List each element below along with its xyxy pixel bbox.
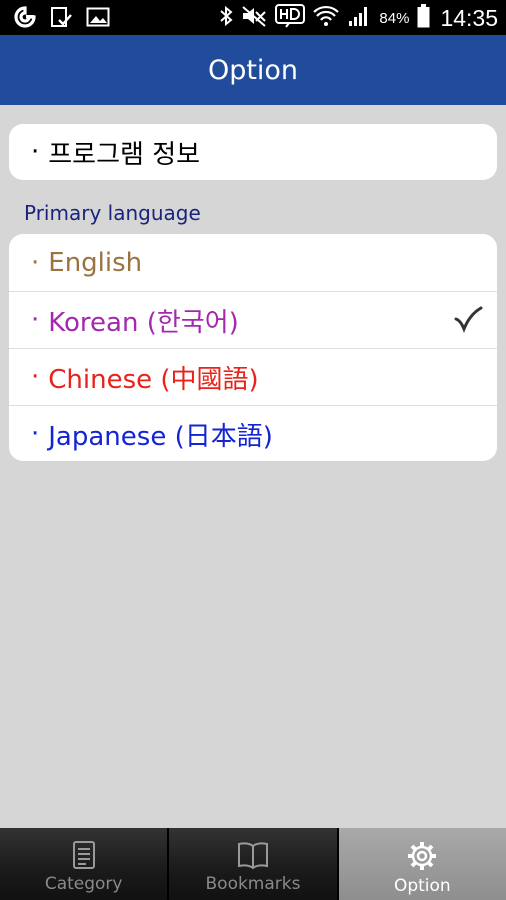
page-title: Option: [207, 54, 299, 86]
bullet: ·: [31, 419, 40, 449]
status-bar: 84% 14:35: [0, 0, 506, 35]
language-label: Chinese (中國語): [48, 364, 259, 395]
language-label: Korean (한국어): [48, 307, 239, 338]
language-item-japanese[interactable]: · Japanese (日本語): [9, 405, 497, 461]
image-icon: [86, 7, 110, 31]
language-list: · English · Korean (한국어) · Chinese (中國語)…: [9, 234, 497, 461]
bottom-tab-bar: Category Bookmarks Option: [0, 828, 506, 900]
hd-voice-icon: [275, 4, 306, 32]
battery-icon: [417, 4, 430, 32]
title-bar: Option: [0, 35, 506, 105]
mute-icon: [241, 5, 267, 31]
program-info-card: · 프로그램 정보: [9, 124, 497, 180]
gear-icon: [406, 840, 438, 872]
document-icon: [71, 840, 97, 870]
bullet: ·: [31, 247, 40, 278]
language-label: English: [48, 247, 143, 278]
tab-label: Category: [44, 874, 123, 894]
tab-category[interactable]: Category: [0, 828, 170, 900]
program-info-item[interactable]: · 프로그램 정보: [9, 124, 497, 180]
tab-label: Option: [393, 876, 451, 896]
checkmark-icon: [453, 304, 483, 334]
clock: 14:35: [440, 4, 498, 31]
program-info-label: 프로그램 정보: [48, 139, 201, 170]
download-done-icon: [50, 6, 72, 32]
status-bar-system: 84% 14:35: [219, 3, 498, 33]
battery-percent: 84%: [379, 9, 410, 27]
app-notification-icon: [14, 6, 36, 32]
tab-label: Bookmarks: [205, 874, 301, 894]
bullet: ·: [31, 362, 40, 392]
wifi-icon: [313, 5, 340, 31]
status-bar-notifications: [14, 6, 110, 32]
tab-option[interactable]: Option: [338, 828, 506, 900]
book-icon: [237, 840, 269, 870]
language-label: Japanese (日本語): [48, 421, 273, 452]
primary-language-label: Primary language: [24, 201, 201, 225]
bullet: ·: [31, 305, 40, 335]
language-item-english[interactable]: · English: [9, 234, 497, 291]
language-item-korean[interactable]: · Korean (한국어): [9, 291, 497, 348]
tab-bookmarks[interactable]: Bookmarks: [169, 828, 339, 900]
bluetooth-icon: [219, 5, 233, 31]
bullet: ·: [31, 137, 40, 167]
language-item-chinese[interactable]: · Chinese (中國語): [9, 348, 497, 405]
signal-icon: [347, 5, 371, 31]
